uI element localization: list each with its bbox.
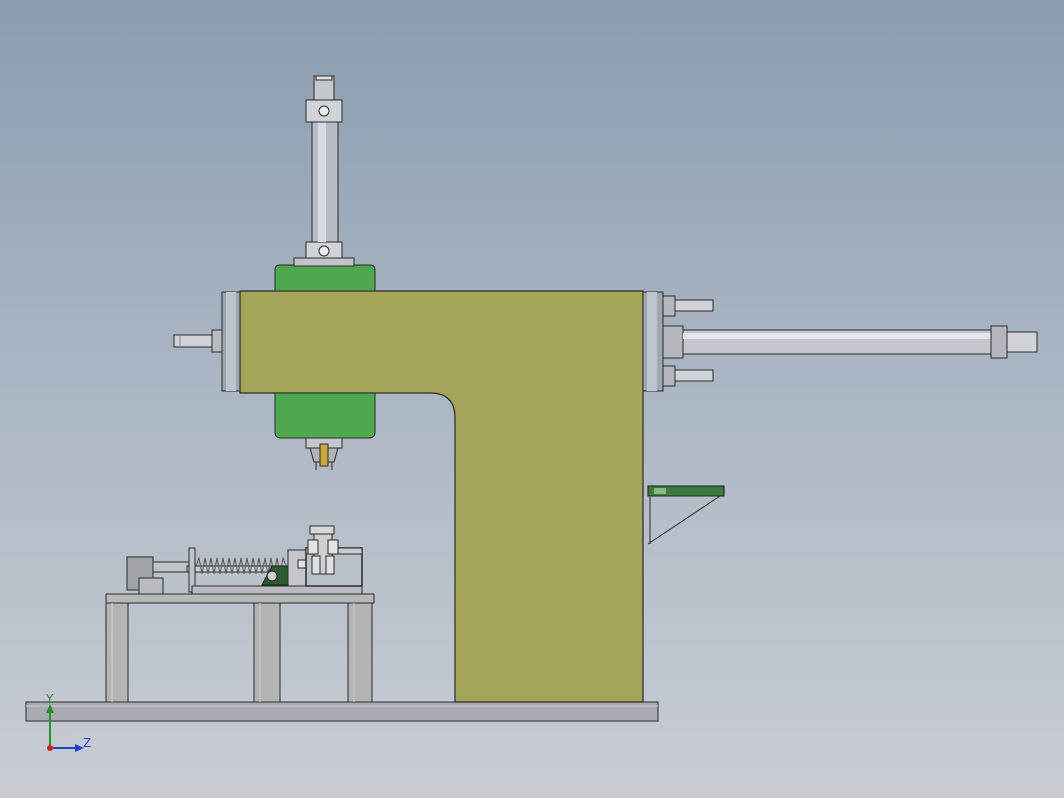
origin-dot — [47, 745, 53, 751]
horizontal-cylinder — [662, 295, 1038, 387]
c-frame — [239, 290, 644, 703]
work-table — [105, 593, 375, 703]
clamp-fixture — [126, 525, 363, 595]
cad-viewport[interactable]: Y Z — [0, 0, 1064, 798]
side-bracket — [647, 485, 725, 545]
upper-head — [274, 264, 376, 292]
right-end-cap — [642, 291, 664, 392]
lower-head — [274, 392, 376, 439]
y-axis-label: Y — [45, 692, 54, 706]
electrode-tip — [305, 437, 343, 470]
cad-drawing: Y Z — [25, 75, 1038, 752]
axis-triad: Y Z — [45, 692, 91, 752]
z-axis-label: Z — [83, 736, 91, 750]
vertical-cylinder — [293, 75, 355, 267]
base-plate — [25, 701, 659, 722]
left-end-cap — [173, 291, 241, 392]
triad-quadrant — [50, 722, 76, 748]
